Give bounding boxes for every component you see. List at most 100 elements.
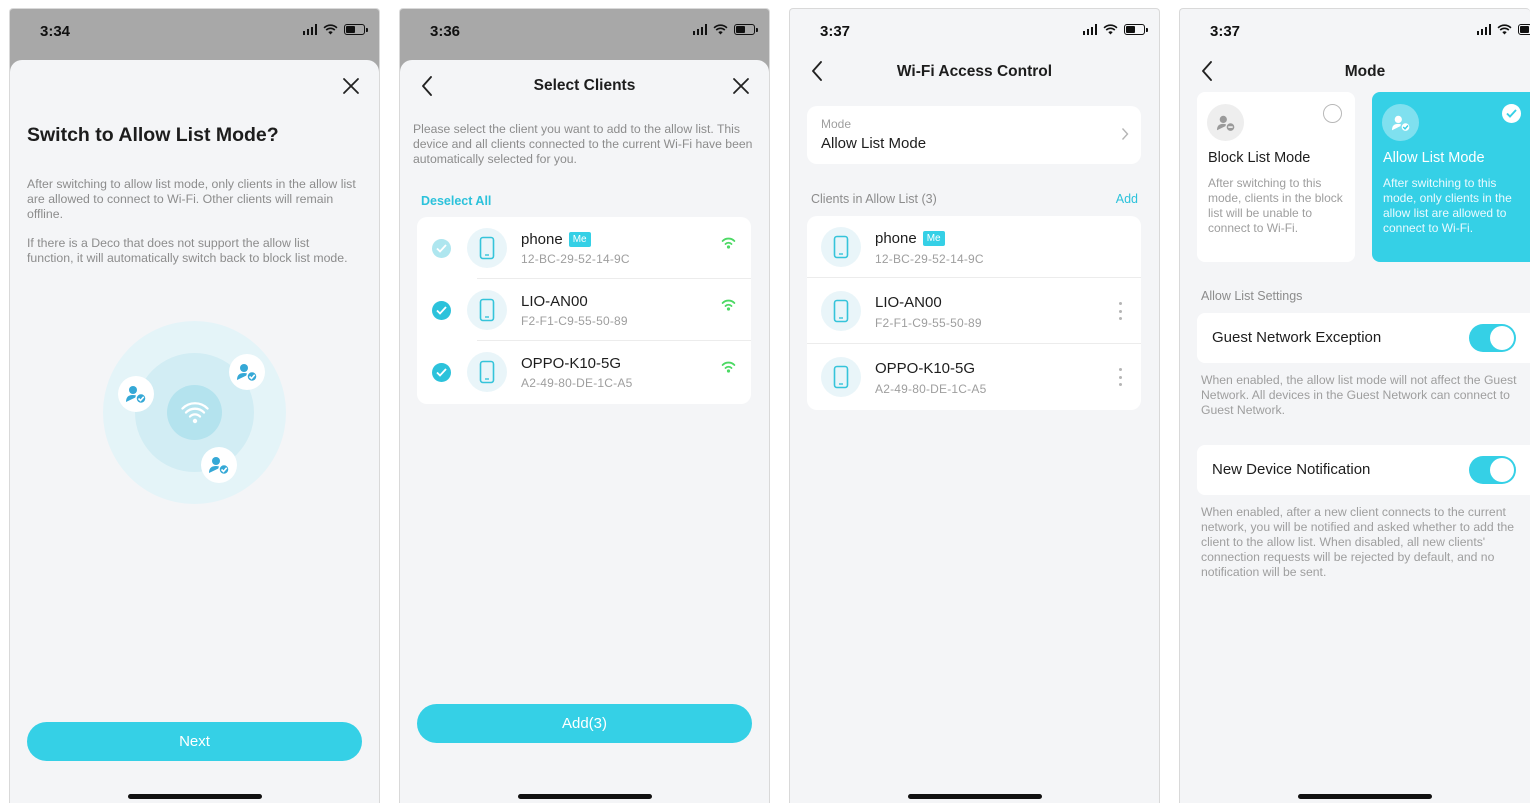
user-check-icon: [1382, 104, 1419, 141]
wifi-signal-icon: [721, 299, 736, 311]
client-name: OPPO-K10-5G: [875, 360, 976, 377]
phone-device-icon: [821, 357, 861, 397]
battery-icon: [734, 24, 758, 35]
status-bar: 3:36: [400, 9, 769, 53]
mode-selector[interactable]: Mode Allow List Mode: [807, 106, 1141, 164]
close-icon[interactable]: [731, 76, 751, 96]
list-item[interactable]: OPPO-K10-5G A2-49-80-DE-1C-A5: [807, 344, 1141, 410]
status-time: 3:37: [1210, 23, 1241, 40]
new-device-notification-note: When enabled, after a new client connect…: [1201, 505, 1515, 579]
battery-icon: [1518, 24, 1530, 35]
screen-select-clients: 3:36 Select Clients Please select the cl…: [399, 8, 770, 803]
allow-list-settings-header: Allow List Settings: [1201, 289, 1303, 303]
allow-list-illustration: [103, 321, 286, 504]
client-mac: 12-BC-29-52-14-9C: [875, 252, 984, 266]
dialog-description: After switching to allow list mode, only…: [27, 177, 356, 221]
page-title: Select Clients: [533, 77, 636, 94]
battery-icon: [344, 24, 368, 35]
phone-device-icon: [821, 227, 861, 267]
list-item[interactable]: LIO-AN00 F2-F1-C9-55-50-89: [417, 279, 751, 341]
me-badge: Me: [568, 232, 591, 247]
user-block-icon: [1207, 104, 1244, 141]
phone-device-icon: [467, 228, 507, 268]
new-device-notification-toggle[interactable]: [1469, 456, 1516, 484]
client-mac: F2-F1-C9-55-50-89: [521, 314, 628, 328]
add-button[interactable]: Add(3): [417, 704, 752, 743]
more-options-icon[interactable]: [1119, 368, 1123, 386]
status-bar: 3:34: [10, 9, 379, 53]
user-check-icon: [229, 354, 265, 390]
radio-selected[interactable]: [1502, 104, 1521, 123]
wifi-signal-icon: [721, 237, 736, 249]
next-button[interactable]: Next: [27, 722, 362, 761]
client-mac: 12-BC-29-52-14-9C: [521, 252, 630, 266]
status-time: 3:34: [40, 23, 71, 40]
status-time: 3:36: [430, 23, 461, 40]
checkbox-checked[interactable]: [432, 363, 451, 382]
mode-title: Allow List Mode: [1383, 150, 1485, 166]
list-item[interactable]: phone Me 12-BC-29-52-14-9C: [807, 216, 1141, 278]
user-check-icon: [118, 376, 154, 412]
screen-mode: 3:37 Mode Block List Mode After switchin…: [1179, 8, 1530, 803]
radio-unselected[interactable]: [1323, 104, 1342, 123]
more-options-icon[interactable]: [1119, 302, 1123, 320]
client-name: LIO-AN00: [875, 294, 942, 311]
battery-icon: [1124, 24, 1148, 35]
client-mac: A2-49-80-DE-1C-A5: [521, 376, 633, 390]
cellular-signal-icon: [302, 24, 317, 35]
chevron-right-icon: [1121, 128, 1129, 140]
status-time: 3:37: [820, 23, 851, 40]
user-check-icon: [201, 447, 237, 483]
dialog-title: Switch to Allow List Mode?: [27, 124, 279, 146]
page-title: Wi-Fi Access Control: [896, 63, 1053, 80]
close-icon[interactable]: [341, 76, 361, 96]
dialog-sheet: Switch to Allow List Mode? After switchi…: [10, 60, 379, 803]
wifi-status-icon: [1497, 24, 1512, 35]
client-name: phone Me: [875, 230, 945, 247]
checkbox-checked-disabled: [432, 239, 451, 258]
instruction-text: Please select the client you want to add…: [413, 122, 753, 166]
allow-list: phone Me 12-BC-29-52-14-9C LIO-AN00 F2-F1…: [807, 216, 1141, 410]
guest-network-exception-label: Guest Network Exception: [1212, 329, 1382, 346]
allow-list-header: Clients in Allow List (3): [811, 192, 937, 206]
client-mac: F2-F1-C9-55-50-89: [875, 316, 982, 330]
mode-title: Block List Mode: [1208, 150, 1311, 166]
wifi-status-icon: [323, 24, 338, 35]
client-name: phone Me: [521, 231, 591, 248]
home-indicator: [517, 794, 652, 799]
status-bar: 3:37: [790, 9, 1159, 53]
home-indicator: [127, 794, 262, 799]
allow-list-mode-card[interactable]: Allow List Mode After switching to this …: [1372, 92, 1530, 262]
guest-network-exception-note: When enabled, the allow list mode will n…: [1201, 373, 1517, 417]
add-link[interactable]: Add: [1116, 192, 1138, 206]
client-list: phone Me 12-BC-29-52-14-9C LIO-AN00 F2-F1…: [417, 217, 751, 404]
deselect-all-link[interactable]: Deselect All: [421, 194, 491, 208]
phone-device-icon: [821, 291, 861, 331]
guest-network-exception-toggle[interactable]: [1469, 324, 1516, 352]
client-mac: A2-49-80-DE-1C-A5: [875, 382, 987, 396]
client-name: LIO-AN00: [521, 293, 588, 310]
home-indicator: [907, 794, 1042, 799]
mode-label: Mode: [821, 117, 852, 131]
list-item[interactable]: LIO-AN00 F2-F1-C9-55-50-89: [807, 278, 1141, 344]
select-clients-sheet: Select Clients Please select the client …: [400, 60, 769, 803]
list-item[interactable]: phone Me 12-BC-29-52-14-9C: [417, 217, 751, 279]
status-bar: 3:37: [1180, 9, 1530, 53]
client-name: OPPO-K10-5G: [521, 355, 622, 372]
page-title: Mode: [1344, 63, 1386, 80]
checkbox-checked[interactable]: [432, 301, 451, 320]
wifi-signal-icon: [721, 361, 736, 373]
cellular-signal-icon: [1476, 24, 1491, 35]
mode-description: After switching to this mode, clients in…: [1208, 176, 1343, 235]
home-indicator: [1298, 794, 1432, 799]
guest-network-exception-row: Guest Network Exception: [1197, 313, 1530, 363]
mode-description: After switching to this mode, only clien…: [1383, 176, 1512, 235]
new-device-notification-label: New Device Notification: [1212, 461, 1371, 478]
phone-device-icon: [467, 290, 507, 330]
list-item[interactable]: OPPO-K10-5G A2-49-80-DE-1C-A5: [417, 341, 751, 403]
block-list-mode-card[interactable]: Block List Mode After switching to this …: [1197, 92, 1355, 262]
screen-switch-mode-dialog: 3:34 Switch to Allow List Mode? After sw…: [9, 8, 380, 803]
cellular-signal-icon: [692, 24, 707, 35]
wifi-status-icon: [713, 24, 728, 35]
screen-wifi-access-control: 3:37 Wi-Fi Access Control Mode Allow Lis…: [789, 8, 1160, 803]
